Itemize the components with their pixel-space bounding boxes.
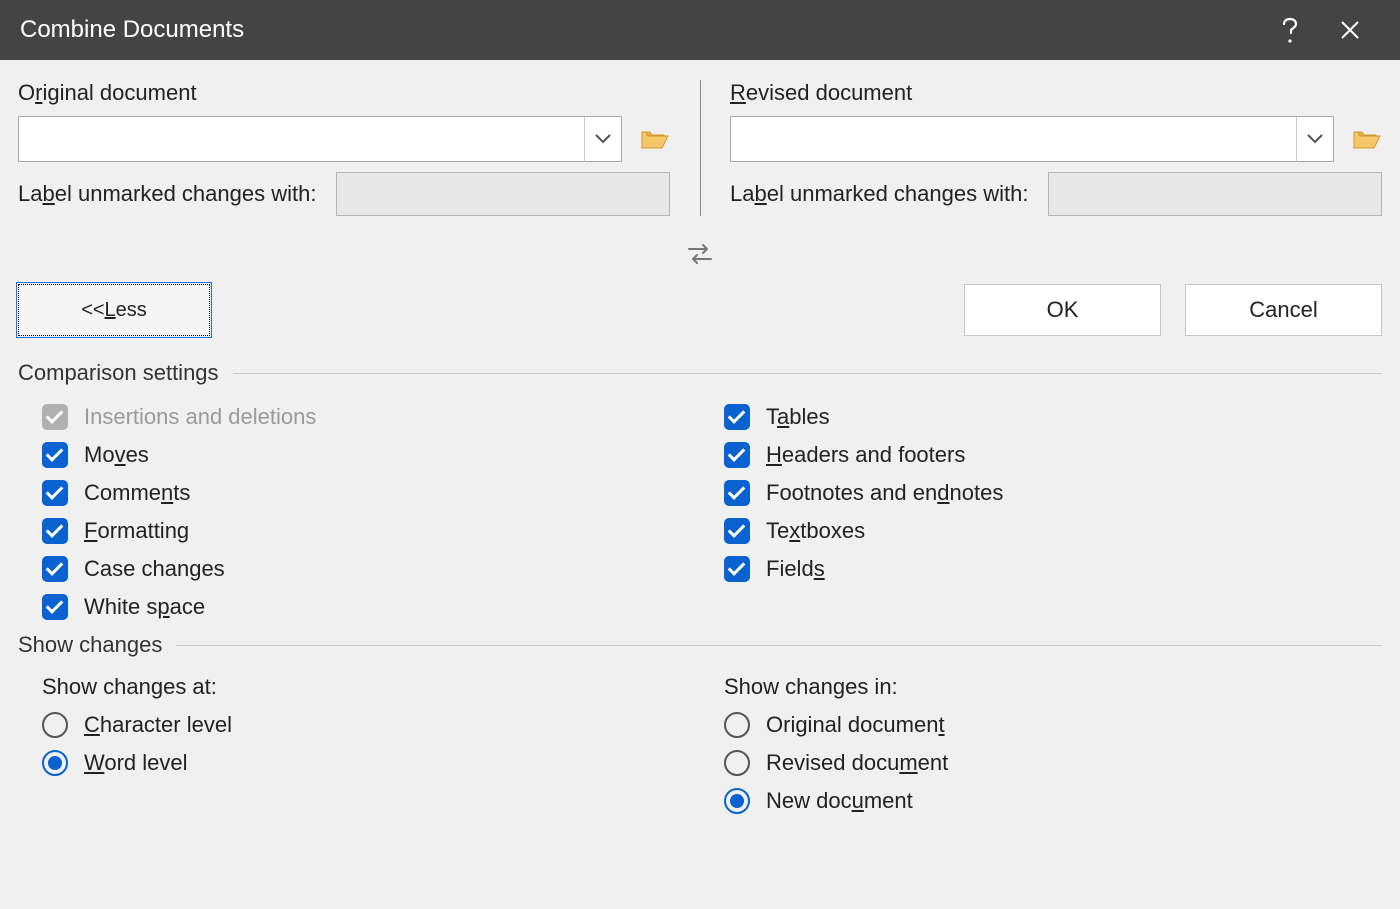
- checkbox-headers-footers[interactable]: Headers and footers: [700, 436, 1382, 474]
- help-icon: [1281, 16, 1299, 44]
- swap-documents-button[interactable]: [680, 234, 720, 274]
- checkbox-textboxes[interactable]: Textboxes: [700, 512, 1382, 550]
- original-document-label: Original document: [18, 80, 670, 106]
- swap-arrows-icon: [685, 242, 715, 266]
- less-button[interactable]: << Less: [18, 284, 210, 336]
- original-document-combo[interactable]: [18, 116, 622, 162]
- window-title: Combine Documents: [20, 16, 1260, 44]
- original-browse-button[interactable]: [640, 126, 670, 152]
- radio-original-document[interactable]: Original document: [700, 706, 1382, 744]
- original-document-input[interactable]: [19, 117, 584, 161]
- titlebar: Combine Documents: [0, 0, 1400, 60]
- revised-document-combo[interactable]: [730, 116, 1334, 162]
- radio-word-level[interactable]: Word level: [18, 744, 700, 782]
- checkbox-footnotes-endnotes[interactable]: Footnotes and endnotes: [700, 474, 1382, 512]
- checkbox-icon: [42, 442, 68, 468]
- ok-button[interactable]: OK: [964, 284, 1161, 336]
- checkbox-moves[interactable]: Moves: [18, 436, 700, 474]
- show-changes-at-label: Show changes at:: [18, 670, 700, 706]
- revised-document-label: Revised document: [730, 80, 1382, 106]
- radio-new-document[interactable]: New document: [700, 782, 1382, 820]
- original-document-section: Original document: [18, 80, 700, 216]
- checkbox-insertions-deletions: Insertions and deletions: [18, 398, 700, 436]
- checkbox-fields[interactable]: Fields: [700, 550, 1382, 588]
- checkbox-icon: [42, 404, 68, 430]
- radio-character-level[interactable]: Character level: [18, 706, 700, 744]
- document-selection-row: Original document: [18, 80, 1382, 216]
- revised-unmarked-label: Label unmarked changes with:: [730, 181, 1028, 207]
- checkbox-icon: [42, 594, 68, 620]
- radio-icon: [42, 712, 68, 738]
- folder-open-icon: [1352, 126, 1382, 152]
- comparison-settings-header: Comparison settings: [18, 360, 1382, 386]
- checkbox-white-space[interactable]: White space: [18, 588, 700, 626]
- chevron-down-icon: [1306, 133, 1324, 145]
- checkbox-icon: [42, 556, 68, 582]
- checkbox-icon: [724, 480, 750, 506]
- folder-open-icon: [640, 126, 670, 152]
- original-document-dropdown-button[interactable]: [584, 117, 621, 161]
- revised-document-dropdown-button[interactable]: [1296, 117, 1333, 161]
- revised-document-section: Revised document: [700, 80, 1382, 216]
- close-button[interactable]: [1320, 0, 1380, 60]
- checkbox-case-changes[interactable]: Case changes: [18, 550, 700, 588]
- checkbox-comments[interactable]: Comments: [18, 474, 700, 512]
- chevron-down-icon: [594, 133, 612, 145]
- checkbox-icon: [42, 480, 68, 506]
- radio-icon: [724, 750, 750, 776]
- original-unmarked-label: Label unmarked changes with:: [18, 181, 316, 207]
- revised-browse-button[interactable]: [1352, 126, 1382, 152]
- checkbox-icon: [724, 518, 750, 544]
- revised-unmarked-input: [1048, 172, 1382, 216]
- checkbox-icon: [724, 404, 750, 430]
- show-changes-in-label: Show changes in:: [700, 670, 1382, 706]
- close-icon: [1339, 19, 1361, 41]
- checkbox-icon: [724, 556, 750, 582]
- checkbox-icon: [724, 442, 750, 468]
- help-button[interactable]: [1260, 0, 1320, 60]
- vertical-divider: [700, 80, 701, 216]
- radio-revised-document[interactable]: Revised document: [700, 744, 1382, 782]
- checkbox-icon: [42, 518, 68, 544]
- show-changes-group: Show changes at: Character level Word le…: [18, 670, 1382, 820]
- checkbox-tables[interactable]: Tables: [700, 398, 1382, 436]
- radio-icon: [42, 750, 68, 776]
- original-unmarked-input: [336, 172, 670, 216]
- comparison-settings-group: Insertions and deletions Moves Comments …: [18, 398, 1382, 626]
- radio-icon: [724, 788, 750, 814]
- radio-icon: [724, 712, 750, 738]
- combine-documents-dialog: Combine Documents Original document: [0, 0, 1400, 909]
- show-changes-header: Show changes: [18, 632, 1382, 658]
- checkbox-formatting[interactable]: Formatting: [18, 512, 700, 550]
- cancel-button[interactable]: Cancel: [1185, 284, 1382, 336]
- revised-document-input[interactable]: [731, 117, 1296, 161]
